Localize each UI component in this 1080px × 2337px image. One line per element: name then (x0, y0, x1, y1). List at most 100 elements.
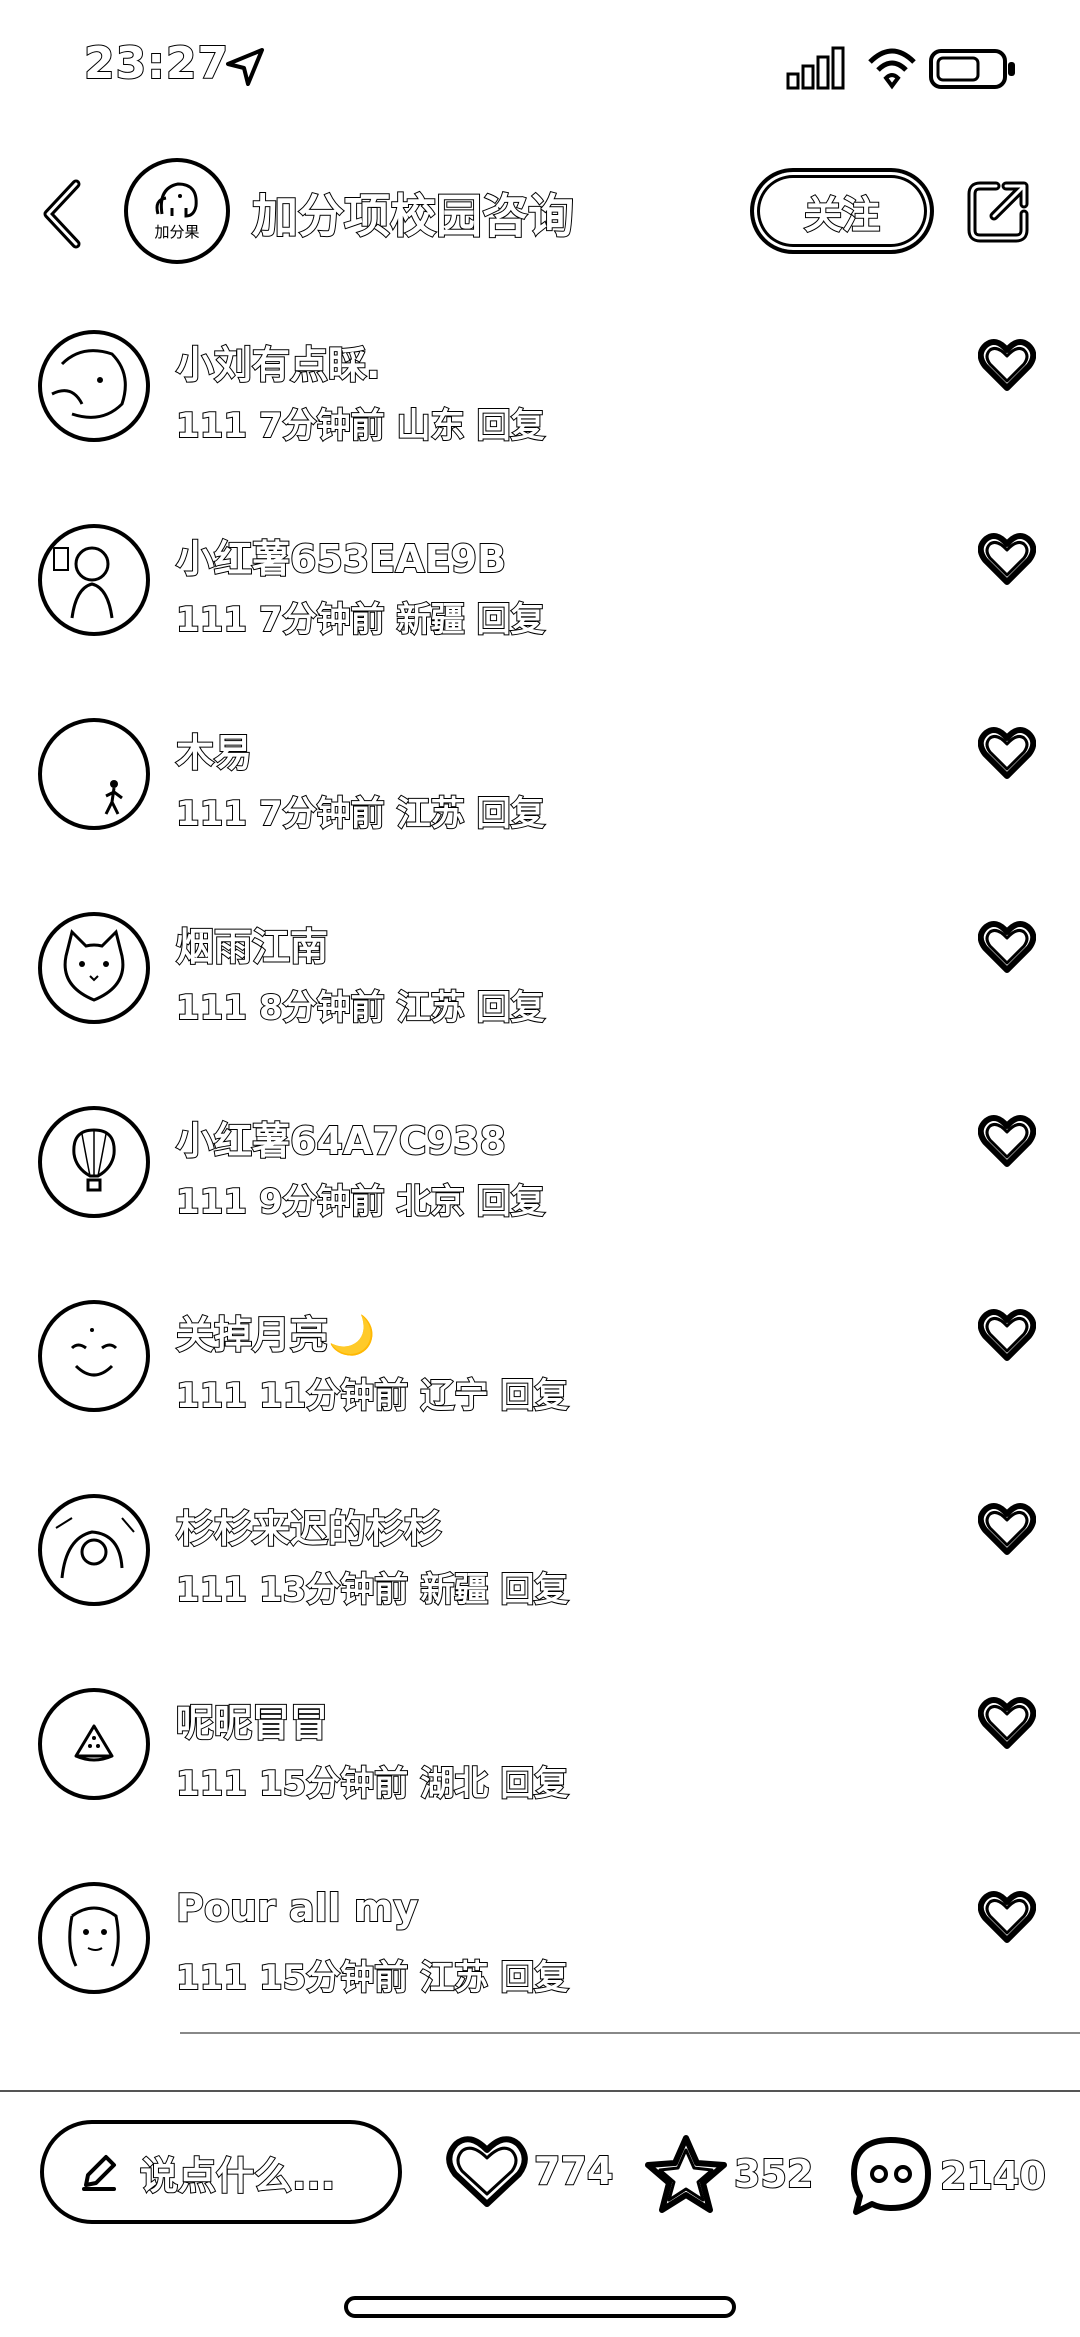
share-icon[interactable] (966, 178, 1032, 244)
like-heart-icon[interactable] (978, 726, 1036, 780)
comment-text: 111 (175, 405, 248, 447)
comment-text: 111 (175, 599, 248, 641)
cartoon-figure-icon (53, 546, 114, 619)
walking-person-icon (104, 780, 123, 815)
commenter-avatar[interactable] (38, 912, 150, 1024)
comment-item[interactable]: Pour all my 111 15分钟前 江苏 回复 (0, 1852, 1080, 2046)
commenter-name[interactable]: Pour all my (175, 1885, 419, 1931)
commenter-avatar[interactable] (38, 330, 150, 442)
wifi-icon (868, 48, 916, 90)
commenter-avatar[interactable] (38, 1882, 150, 1994)
star-icon (645, 2135, 727, 2213)
follow-button-label: 关注 (803, 192, 881, 238)
like-heart-icon[interactable] (978, 920, 1036, 974)
comment-text: 111 (175, 1957, 248, 1999)
commenter-name[interactable]: 关掉月亮🌙 (175, 1304, 376, 1359)
comment-text: 111 (175, 793, 248, 835)
commenter-name[interactable]: 小红薯653EAE9B (175, 528, 507, 583)
cellular-signal-icon (786, 46, 845, 90)
commenter-name[interactable]: 小红薯64A7C938 (175, 1110, 507, 1165)
comment-time: 7分钟前 (258, 599, 386, 641)
comment-location: 江苏 (419, 1957, 489, 1999)
location-arrow-icon (226, 48, 264, 86)
status-time: 23:27 (83, 37, 230, 90)
heart-icon (446, 2136, 528, 2207)
commenter-avatar[interactable] (38, 1300, 150, 1412)
comment-list[interactable]: 小刘有点睬. 111 7分钟前 山东 回复 小红薯653EAE9B 111 7分钟前 新疆… (0, 300, 1080, 2090)
comment-item[interactable]: 小刘有点睬. 111 7分钟前 山东 回复 (0, 300, 1080, 494)
reply-link[interactable]: 回复 (476, 987, 546, 1029)
like-heart-icon[interactable] (978, 1114, 1036, 1168)
hot-air-balloon-icon (72, 1128, 116, 1192)
comment-meta: 111 7分钟前 新疆 回复 (175, 592, 557, 641)
account-avatar[interactable]: 加分果 (124, 158, 230, 264)
comment-meta: 111 11分钟前 辽宁 回复 (175, 1368, 580, 1417)
comment-button[interactable]: 2140 (848, 2134, 1047, 2218)
commenter-name[interactable]: 杉杉来迟的杉杉 (175, 1498, 443, 1553)
comment-text: 111 (175, 1569, 248, 1611)
commenter-name[interactable]: 木易 (175, 722, 253, 777)
comment-input-placeholder: 说点什么... (139, 2153, 336, 2199)
comment-time: 8分钟前 (258, 987, 386, 1029)
reply-link[interactable]: 回复 (476, 599, 546, 641)
reply-link[interactable]: 回复 (476, 793, 546, 835)
cat-icon (63, 929, 125, 1002)
comment-time: 7分钟前 (258, 793, 386, 835)
comment-input[interactable]: 说点什么... (40, 2120, 402, 2224)
commenter-name[interactable]: 小刘有点睬. (175, 334, 381, 389)
like-button[interactable]: 774 (446, 2134, 614, 2208)
like-heart-icon[interactable] (978, 1502, 1036, 1556)
comment-item[interactable]: 烟雨江南 111 8分钟前 江苏 回复 (0, 882, 1080, 1076)
comment-time: 15分钟前 (258, 1957, 409, 1999)
watermelon-icon (74, 1724, 114, 1762)
commenter-name[interactable]: 呢昵冒冒 (175, 1692, 329, 1747)
comment-location: 新疆 (419, 1569, 489, 1611)
comment-item[interactable]: 小红薯653EAE9B 111 7分钟前 新疆 回复 (0, 494, 1080, 688)
like-heart-icon[interactable] (978, 1308, 1036, 1362)
page-title: 加分项校园咨询 (251, 188, 575, 244)
comment-location: 北京 (396, 1181, 466, 1223)
commenter-avatar[interactable] (38, 1106, 150, 1218)
logo-text: 加分果 (154, 223, 200, 241)
bottom-bar-border (0, 2090, 1080, 2092)
comment-time: 13分钟前 (258, 1569, 409, 1611)
comment-item[interactable]: 呢昵冒冒 111 15分钟前 湖北 回复 (0, 1658, 1080, 1852)
comment-item[interactable]: 杉杉来迟的杉杉 111 13分钟前 新疆 回复 (0, 1464, 1080, 1658)
top-nav-bar: 加分果 加分项校园咨询 关注 (0, 150, 1080, 270)
reply-link[interactable]: 回复 (476, 405, 546, 447)
home-indicator[interactable] (344, 2296, 736, 2318)
reply-link[interactable]: 回复 (499, 1375, 569, 1417)
comment-count: 2140 (939, 2153, 1047, 2199)
collect-button[interactable]: 352 (644, 2134, 814, 2214)
battery-icon (929, 49, 1015, 89)
like-heart-icon[interactable] (978, 338, 1036, 392)
like-heart-icon[interactable] (978, 1696, 1036, 1750)
girl-portrait-icon (51, 349, 127, 419)
comment-location: 江苏 (396, 793, 466, 835)
comment-item[interactable]: 关掉月亮🌙 111 11分钟前 辽宁 回复 (0, 1270, 1080, 1464)
commenter-avatar[interactable] (38, 718, 150, 830)
commenter-avatar[interactable] (38, 524, 150, 636)
comment-time: 15分钟前 (258, 1763, 409, 1805)
like-count: 774 (533, 2148, 614, 2194)
back-chevron-icon[interactable] (38, 178, 90, 250)
reply-link[interactable]: 回复 (499, 1763, 569, 1805)
commenter-avatar[interactable] (38, 1688, 150, 1800)
comment-meta: 111 15分钟前 江苏 回复 (175, 1950, 580, 1999)
commenter-avatar[interactable] (38, 1494, 150, 1606)
like-heart-icon[interactable] (978, 532, 1036, 586)
like-heart-icon[interactable] (978, 1890, 1036, 1944)
reply-link[interactable]: 回复 (476, 1181, 546, 1223)
comment-time: 11分钟前 (258, 1375, 409, 1417)
commenter-name[interactable]: 烟雨江南 (175, 916, 329, 971)
reply-link[interactable]: 回复 (499, 1569, 569, 1611)
comment-text: 111 (175, 987, 248, 1029)
reply-link[interactable]: 回复 (499, 1957, 569, 1999)
follow-button[interactable]: 关注 (750, 168, 934, 254)
comment-item[interactable]: 小红薯64A7C938 111 9分钟前 北京 回复 (0, 1076, 1080, 1270)
smiling-face-icon (70, 1328, 118, 1377)
star-count: 352 (733, 2151, 814, 2197)
comment-meta: 111 8分钟前 江苏 回复 (175, 980, 557, 1029)
comment-location: 湖北 (419, 1763, 489, 1805)
comment-item[interactable]: 木易 111 7分钟前 江苏 回复 (0, 688, 1080, 882)
